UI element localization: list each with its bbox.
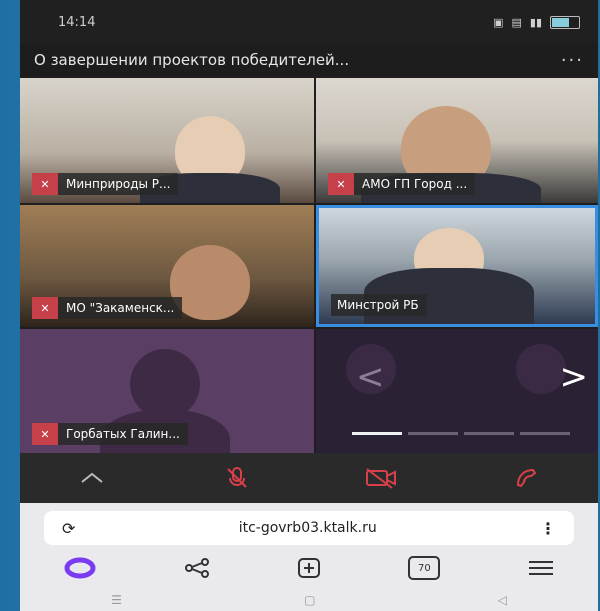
call-controls bbox=[20, 453, 598, 503]
status-time: 14:14 bbox=[58, 14, 96, 30]
chevron-up-icon bbox=[81, 472, 103, 483]
carousel-prev-button[interactable]: < bbox=[356, 357, 385, 397]
more-options-button[interactable]: ··· bbox=[561, 50, 584, 71]
status-bar: 14:14 ▣ ▤ ▮▮ bbox=[20, 0, 598, 44]
home-icon[interactable]: ▢ bbox=[304, 593, 315, 607]
address-bar[interactable]: ⟳ itc-govrb03.ktalk.ru ⋮ bbox=[44, 511, 574, 545]
phone-screen: 14:14 ▣ ▤ ▮▮ О завершении проектов побед… bbox=[20, 0, 598, 611]
sim-icon: ▤ bbox=[511, 15, 522, 29]
camera-off-icon bbox=[366, 468, 397, 489]
reload-icon[interactable]: ⟳ bbox=[62, 519, 75, 538]
video-tile[interactable]: ✕ МО "Закаменск... bbox=[20, 205, 314, 327]
system-navigation: ☰ ▢ ◁ bbox=[20, 589, 598, 611]
more-participants-carousel[interactable]: < > bbox=[316, 329, 598, 453]
back-icon[interactable]: ◁ bbox=[498, 593, 507, 607]
signal-icon: ▮▮ bbox=[529, 15, 542, 29]
mic-off-icon: ✕ bbox=[328, 173, 354, 195]
url-text: itc-govrb03.ktalk.ru bbox=[238, 520, 377, 536]
browser-toolbar: ⟳ itc-govrb03.ktalk.ru ⋮ 70 ☰ ▢ ◁ bbox=[20, 503, 598, 611]
new-tab-icon[interactable] bbox=[296, 557, 322, 579]
participant-label: ✕ Горбатых Галин... bbox=[32, 423, 188, 445]
meeting-title: О завершении проектов победителей... bbox=[34, 51, 350, 69]
mute-button[interactable] bbox=[217, 463, 257, 493]
battery-icon bbox=[550, 15, 580, 29]
end-call-icon bbox=[516, 468, 537, 488]
end-call-button[interactable] bbox=[506, 463, 546, 493]
mic-off-icon: ✕ bbox=[32, 423, 58, 445]
mic-off-icon: ✕ bbox=[32, 173, 58, 195]
browser-bottom-nav: 70 bbox=[20, 553, 598, 583]
menu-icon[interactable] bbox=[527, 558, 555, 578]
collapse-button[interactable] bbox=[72, 463, 112, 493]
recent-apps-icon[interactable]: ☰ bbox=[111, 593, 122, 607]
participant-label: Минстрой РБ bbox=[331, 294, 427, 316]
video-tile[interactable]: ✕ Минприроды Р... bbox=[20, 78, 314, 203]
kebab-menu-icon[interactable]: ⋮ bbox=[540, 519, 556, 538]
participant-label: ✕ МО "Закаменск... bbox=[32, 297, 183, 319]
mic-off-icon bbox=[227, 467, 247, 488]
video-tile[interactable]: ✕ Горбатых Галин... bbox=[20, 329, 314, 453]
video-grid: ✕ Минприроды Р... ✕ АМО ГП Город ... ✕ М… bbox=[20, 78, 598, 453]
video-tile[interactable]: ✕ АМО ГП Город ... bbox=[316, 78, 598, 203]
alice-icon[interactable] bbox=[63, 557, 97, 579]
share-icon[interactable] bbox=[184, 557, 210, 579]
camera-button[interactable] bbox=[361, 463, 401, 493]
participant-label: ✕ АМО ГП Город ... bbox=[328, 173, 476, 195]
mic-off-icon: ✕ bbox=[32, 297, 58, 319]
carousel-next-button[interactable]: > bbox=[560, 357, 589, 397]
nfc-icon: ▣ bbox=[493, 15, 504, 29]
video-tile-active-speaker[interactable]: Минстрой РБ bbox=[316, 205, 598, 327]
participant-label: ✕ Минприроды Р... bbox=[32, 173, 179, 195]
meeting-titlebar: О завершении проектов победителей... ··· bbox=[20, 44, 598, 76]
carousel-pager bbox=[352, 432, 570, 435]
tab-count-button[interactable]: 70 bbox=[408, 556, 441, 580]
